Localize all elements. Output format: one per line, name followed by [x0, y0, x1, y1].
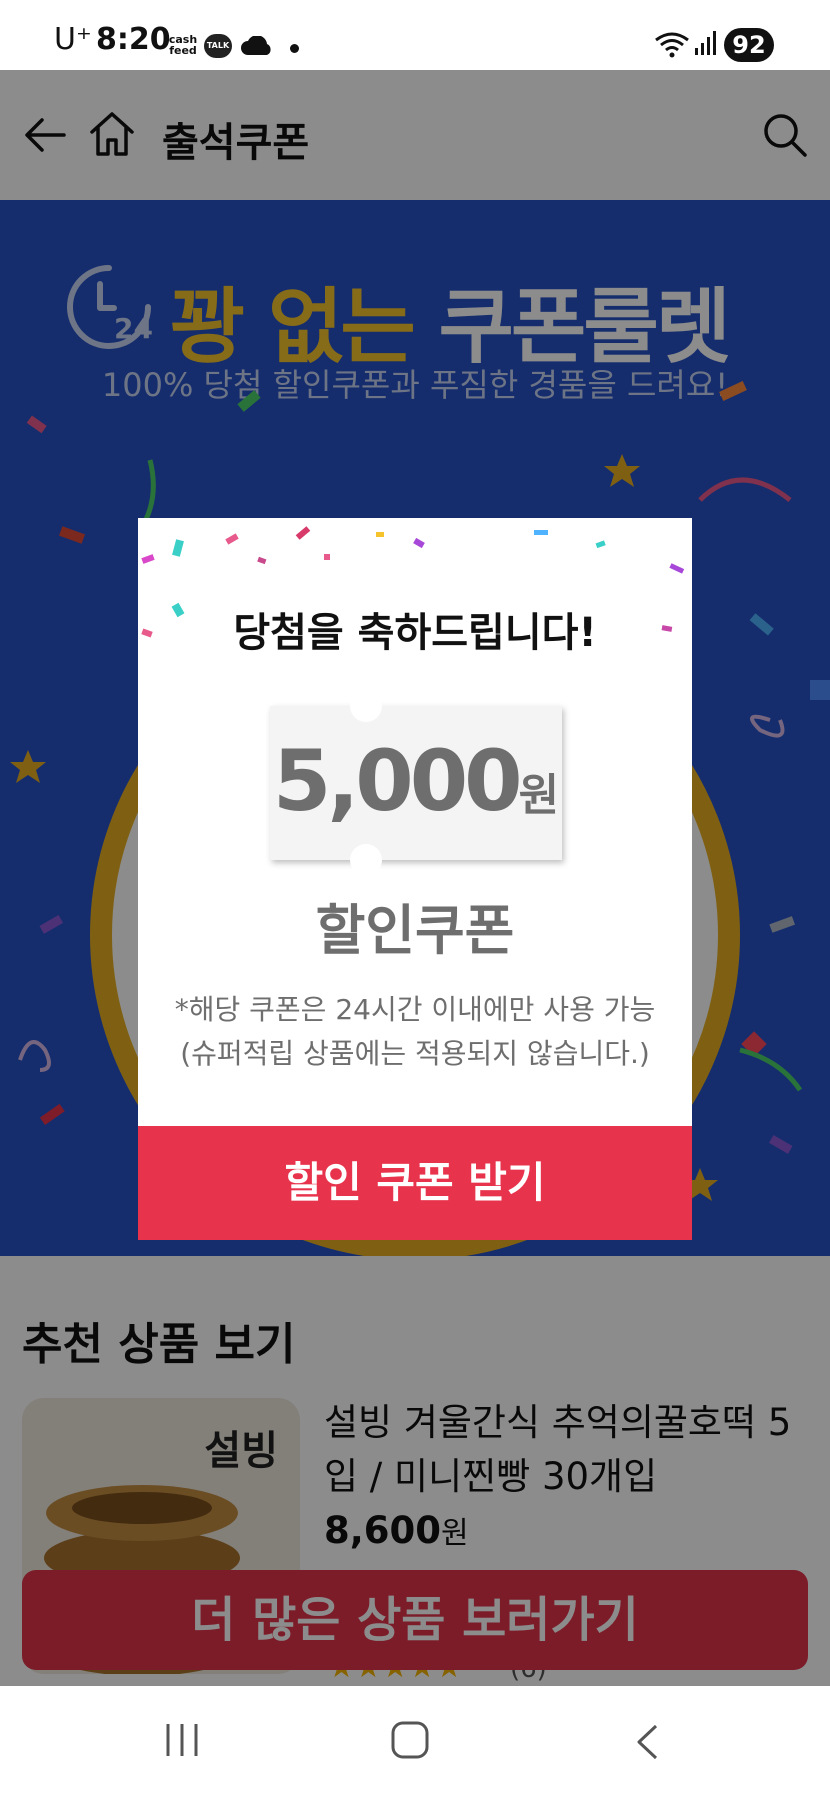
- wifi-icon: [655, 32, 689, 58]
- cashfeed-notification-icon: cash feed: [168, 33, 198, 57]
- coupon-type-label: 할인쿠폰: [315, 899, 515, 962]
- coupon-win-dialog: 당첨을 축하드립니다! 5,000원 할인쿠폰 *해당 쿠폰은 24시간 이내에…: [138, 518, 692, 1240]
- system-navigation-bar: [0, 1686, 830, 1798]
- coupon-notice-line2: (슈퍼적립 상품에는 적용되지 않습니다.): [180, 1037, 650, 1070]
- more-notifications-dot-icon: [290, 44, 299, 53]
- ticket-notch-bottom: [350, 844, 382, 876]
- status-bar: U⁺ 8:20 cash feed TALK 92: [0, 0, 830, 70]
- cell-signal-icon: [695, 31, 716, 55]
- clock-time: 8:20: [96, 22, 171, 57]
- ticket-notch-top: [350, 690, 382, 722]
- cloud-icon: [241, 36, 271, 55]
- coupon-ticket: 5,000원: [270, 690, 562, 876]
- battery-indicator: 92: [724, 28, 774, 62]
- coupon-amount-currency: 원: [518, 770, 560, 821]
- dialog-title: 당첨을 축하드립니다!: [233, 610, 597, 656]
- coupon-notice-line1: *해당 쿠폰은 24시간 이내에만 사용 가능: [174, 993, 656, 1026]
- coupon-amount: 5,000원: [270, 732, 562, 830]
- claim-coupon-button[interactable]: 할인 쿠폰 받기: [138, 1126, 692, 1240]
- coupon-amount-value: 5,000: [272, 732, 523, 830]
- recent-apps-icon[interactable]: [164, 1722, 200, 1758]
- carrier-label: U⁺: [54, 22, 92, 57]
- home-nav-icon[interactable]: [390, 1720, 430, 1760]
- kakaotalk-notification-icon: TALK: [204, 34, 232, 58]
- back-nav-icon[interactable]: [634, 1724, 660, 1760]
